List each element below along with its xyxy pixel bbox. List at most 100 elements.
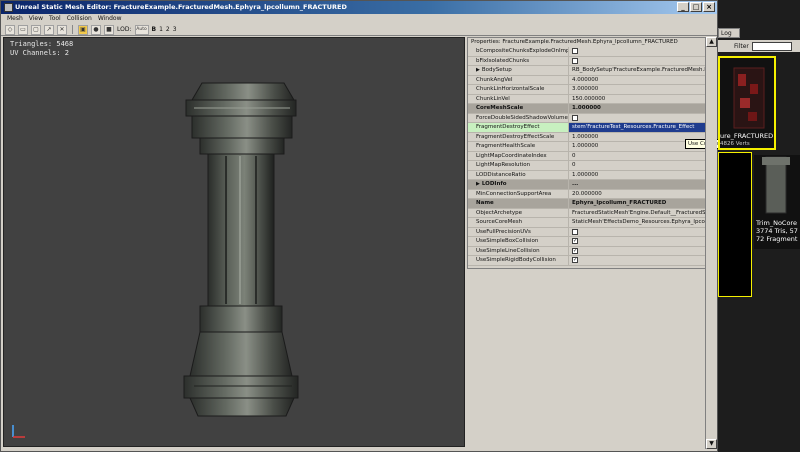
property-value[interactable]: StaticMesh'EffectsDemo_Resources.Ephyra_…	[568, 218, 712, 227]
property-value[interactable]: 0	[568, 151, 712, 160]
property-row[interactable]: SourceCoreMesh StaticMesh'EffectsDemo_Res…	[468, 218, 712, 228]
property-name: bFixIsolatedChunks	[468, 57, 568, 66]
filter-bar: Filter	[718, 40, 800, 52]
property-value[interactable]: 4.000000	[568, 75, 712, 84]
menu-collision[interactable]: Collision	[67, 14, 92, 24]
property-row[interactable]: UseSimpleLineCollision ✓	[468, 246, 712, 256]
property-value[interactable]	[568, 113, 712, 122]
property-value[interactable]: Ephyra_lpcollumn_FRACTURED	[568, 199, 712, 208]
property-name-text: ChunkAngVel	[476, 76, 513, 83]
property-value[interactable]: RB_BodySetup'FractureExample.FracturedMe…	[568, 66, 712, 75]
maximize-button[interactable]: □	[690, 2, 702, 12]
property-row[interactable]: LightMapResolution 0	[468, 161, 712, 171]
checkbox[interactable]: ✓	[572, 247, 578, 254]
property-row[interactable]: MinConnectionSupportArea 20.000000	[468, 189, 712, 199]
property-value[interactable]: ✓	[568, 237, 712, 246]
property-name-text: LightMapCoordinateIndex	[476, 152, 547, 159]
menu-view[interactable]: View	[29, 14, 43, 24]
lock-camera-icon[interactable]: ▣	[78, 24, 88, 35]
triangle-right-icon[interactable]: ▶	[476, 67, 480, 73]
checkbox[interactable]: ✓	[572, 238, 578, 244]
wireframe-icon[interactable]: ◇	[5, 24, 15, 35]
property-value[interactable]: FracturedStaticMesh'Engine.Default__Frac…	[568, 208, 712, 217]
checkbox[interactable]	[572, 114, 578, 121]
property-row[interactable]: UseSimpleRigidBodyCollision ✓	[468, 256, 712, 266]
property-row[interactable]: bFixIsolatedChunks	[468, 56, 712, 66]
menu-mesh[interactable]: Mesh	[7, 14, 23, 24]
property-name: ObjectArchetype	[468, 209, 568, 218]
asset-thumbnail[interactable]	[718, 152, 752, 297]
property-value[interactable]: 0	[568, 161, 712, 170]
minimize-button[interactable]: _	[677, 2, 689, 12]
property-row[interactable]: FragmentDestroyEffect stem'FractureTest_R…	[468, 123, 712, 133]
lod-label: LOD:	[117, 25, 132, 33]
property-row[interactable]: ObjectArchetype FracturedStaticMesh'Engin…	[468, 208, 712, 218]
axis-gizmo-icon	[12, 425, 25, 438]
property-value[interactable]: 150.000000	[568, 94, 712, 103]
scroll-up-icon[interactable]: ▲	[706, 37, 717, 47]
camera-icon[interactable]: ●	[91, 24, 101, 35]
column-mesh	[183, 82, 299, 417]
property-row[interactable]: ▶ BodySetup RB_BodySetup'FractureExample.F…	[468, 66, 712, 76]
property-value[interactable]: 1.000000	[568, 170, 712, 179]
collision-icon[interactable]: ▢	[31, 24, 41, 35]
property-value-text: 0	[572, 162, 576, 168]
property-name: FragmentDestroyEffect	[468, 123, 568, 132]
property-value-text: Ephyra_lpcollumn_FRACTURED	[572, 200, 667, 206]
property-name: LODDistanceRatio	[468, 171, 568, 180]
property-row[interactable]: ▶ LODInfo...	[468, 180, 712, 190]
title-bar[interactable]: Unreal Static Mesh Editor: FractureExamp…	[1, 1, 717, 14]
checkbox[interactable]	[572, 228, 578, 235]
property-row[interactable]: UseFullPrecisionUVs	[468, 227, 712, 237]
asset-thumbnail-selected[interactable]: ure_FRACTURED 4826 Verts	[718, 56, 776, 150]
property-row[interactable]: bCompositeChunksExplodeOnImpact	[468, 47, 712, 57]
property-name-text: LODDistanceRatio	[476, 171, 526, 178]
property-row[interactable]: ForceDoubleSidedShadowVolumes	[468, 113, 712, 123]
normals-icon[interactable]: ↗	[44, 24, 54, 35]
asset-thumbnail[interactable]: Trim_NoCore 3774 Tris, 57 72 Fragment	[754, 155, 800, 249]
property-value[interactable]: 1.000000	[568, 104, 712, 113]
property-row[interactable]: LightMapCoordinateIndex 0	[468, 151, 712, 161]
lod-1-button[interactable]: 1	[159, 25, 163, 35]
scroll-down-icon[interactable]: ▼	[706, 439, 717, 449]
lod-base-button[interactable]: B	[152, 25, 157, 35]
property-row[interactable]: UseSimpleBoxCollision ✓	[468, 237, 712, 247]
close-button[interactable]: ×	[703, 2, 715, 12]
property-value[interactable]: ✓	[568, 246, 712, 255]
property-value[interactable]: 20.000000	[568, 189, 712, 198]
lod-3-button[interactable]: 3	[173, 25, 177, 35]
checkbox[interactable]	[572, 57, 578, 64]
property-row[interactable]: CoreMeshScale 1.000000	[468, 104, 712, 114]
filter-input[interactable]	[751, 41, 792, 51]
property-value[interactable]: 3.000000	[568, 85, 712, 94]
menu-tool[interactable]: Tool	[49, 14, 61, 24]
property-name-text: BodySetup	[481, 67, 512, 73]
property-value-text: 150.000000	[572, 95, 606, 102]
tab-log[interactable]: Log	[718, 28, 740, 38]
vertical-scrollbar[interactable]: ▲ ▼	[705, 37, 717, 449]
pivot-icon[interactable]: ✕	[57, 24, 67, 35]
property-value[interactable]	[568, 227, 712, 236]
property-row[interactable]: FragmentHealthScale 1.000000	[468, 142, 712, 152]
property-row[interactable]: FragmentDestroyEffectScale 1.000000	[468, 132, 712, 142]
checkbox[interactable]: ✓	[572, 257, 578, 263]
checkbox[interactable]	[572, 48, 578, 54]
property-value[interactable]	[568, 56, 712, 65]
property-row[interactable]: ChunkLinHorizontalScale 3.000000	[468, 85, 712, 95]
lod-2-button[interactable]: 2	[166, 25, 170, 35]
property-row[interactable]: ChunkLinVel 150.000000	[468, 94, 712, 104]
property-row[interactable]: Name Ephyra_lpcollumn_FRACTURED	[468, 199, 712, 209]
property-row[interactable]: ChunkAngVel 4.000000	[468, 75, 712, 85]
bounds-icon[interactable]: ▭	[18, 24, 28, 35]
property-value[interactable]: stem'FractureTest_Resources.Fracture_Eff…	[568, 123, 712, 132]
property-row[interactable]: LODDistanceRatio 1.000000	[468, 170, 712, 180]
property-value[interactable]: ...	[568, 180, 712, 189]
screenshot-icon[interactable]: ■	[104, 24, 114, 35]
property-name: ChunkLinHorizontalScale	[468, 85, 568, 94]
property-value[interactable]: ✓	[568, 256, 712, 265]
menu-window[interactable]: Window	[98, 14, 122, 24]
lod-auto-button[interactable]: Auto	[134, 24, 149, 35]
triangle-right-icon[interactable]: ▶	[476, 181, 480, 187]
mesh-viewport[interactable]: Triangles: 5468 UV Channels: 2	[3, 37, 465, 447]
property-value[interactable]	[568, 47, 712, 56]
